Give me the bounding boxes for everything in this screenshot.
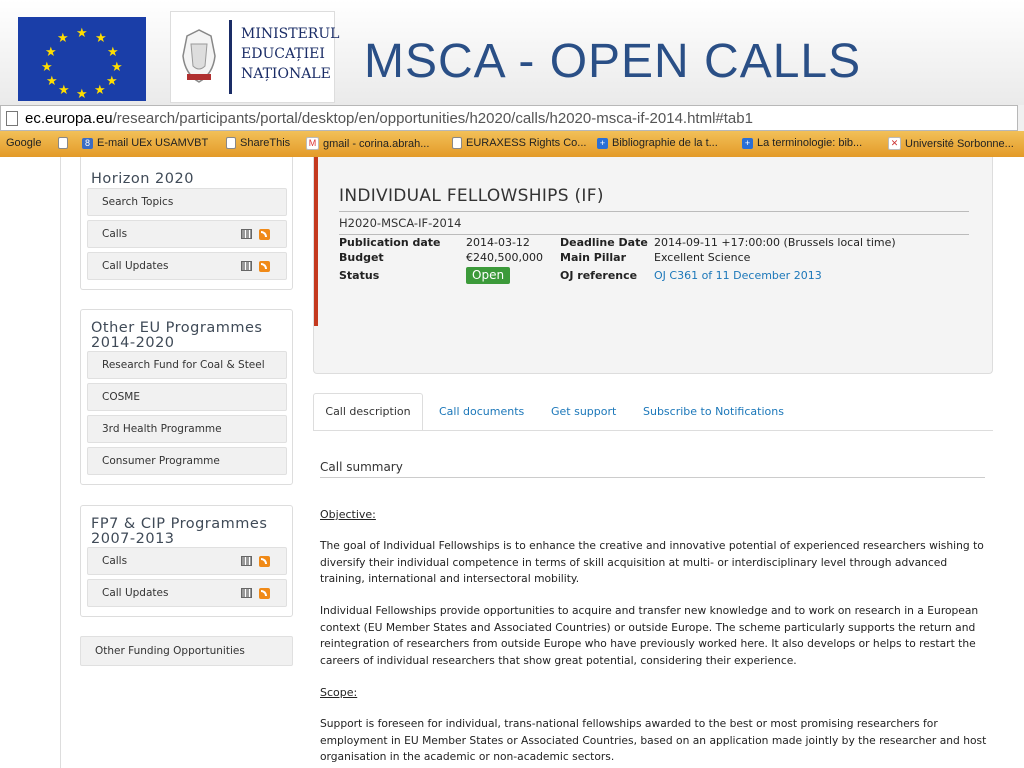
sidebar-item-call-updates[interactable]: Call Updates (87, 252, 287, 280)
calendar-icon[interactable] (241, 588, 252, 598)
plus-icon: + (597, 137, 608, 149)
sidebar-item-search-topics[interactable]: Search Topics (87, 188, 287, 216)
publication-date-value: 2014-03-12 (466, 236, 530, 249)
other-eu-title-line2: 2014-2020 (91, 335, 175, 351)
bookmarks-bar: Google 8 E-mail UEx USAMVBT ShareThis Mgm… (0, 131, 1024, 157)
ministry-line-1: MINISTERUL (241, 26, 340, 42)
sidebar-item-consumer-programme[interactable]: Consumer Programme (87, 447, 287, 475)
deadline-date-label: Deadline Date (560, 236, 648, 249)
tabs-divider (313, 430, 993, 431)
other-eu-programmes-panel: Other EU Programmes 2014-2020 Research F… (80, 309, 293, 485)
url-path: /research/participants/portal/desktop/en… (112, 110, 753, 127)
oj-reference-link[interactable]: OJ C361 of 11 December 2013 (654, 269, 822, 282)
call-summary-rule (320, 477, 985, 478)
oj-reference-label: OJ reference (560, 269, 638, 282)
call-title: INDIVIDUAL FELLOWSHIPS (IF) (339, 186, 604, 206)
tab-subscribe-notifications[interactable]: Subscribe to Notifications (643, 405, 784, 418)
objective-paragraph-2: Individual Fellowships provide opportuni… (320, 604, 979, 667)
bookmark-sharethis[interactable]: ShareThis (226, 137, 290, 149)
coat-of-arms-icon (182, 29, 216, 83)
eu-flag-logo: ★ ★ ★ ★ ★ ★ ★ ★ ★ ★ ★ ★ (18, 17, 146, 101)
other-eu-title-line1: Other EU Programmes (91, 320, 263, 336)
main-pillar-label: Main Pillar (560, 251, 627, 264)
fp7-cip-panel: FP7 & CIP Programmes 2007-2013 Calls Cal… (80, 505, 293, 617)
sidebar-item-fp7-calls[interactable]: Calls (87, 547, 287, 575)
id-rule (339, 234, 969, 235)
mail-icon: 8 (82, 137, 93, 149)
sidebar-item-other-funding[interactable]: Other Funding Opportunities (80, 636, 293, 666)
objective-heading: Objective: (320, 508, 376, 521)
status-label: Status (339, 269, 380, 282)
bookmark-page[interactable] (58, 137, 68, 149)
page-icon (226, 137, 236, 149)
bookmark-google[interactable]: Google (6, 137, 41, 149)
tab-get-support[interactable]: Get support (551, 405, 616, 418)
tab-call-documents[interactable]: Call documents (439, 405, 524, 418)
sidebar-item-coal-steel[interactable]: Research Fund for Coal & Steel (87, 351, 287, 379)
ministry-line-2: EDUCAȚIEI (241, 46, 325, 62)
horizon-2020-panel: Horizon 2020 Search Topics Calls Call Up… (80, 157, 293, 290)
call-identifier: H2020-MSCA-IF-2014 (339, 216, 462, 230)
bookmark-bibliographie[interactable]: + Bibliographie de la t... (597, 137, 718, 149)
status-badge: Open (466, 267, 511, 284)
page-icon (6, 111, 18, 126)
rss-icon[interactable] (259, 556, 270, 567)
url-text[interactable]: ec.europa.eu/research/participants/porta… (25, 110, 753, 127)
horizon-2020-title: Horizon 2020 (91, 171, 194, 187)
call-info-box: INDIVIDUAL FELLOWSHIPS (IF) H2020-MSCA-I… (313, 157, 993, 374)
page-icon (452, 137, 462, 149)
fp7-title-line1: FP7 & CIP Programmes (91, 516, 268, 532)
url-host: ec.europa.eu (25, 110, 113, 127)
publication-date-label: Publication date (339, 236, 441, 249)
sorbonne-icon: ✕ (888, 137, 901, 150)
slide-header: ★ ★ ★ ★ ★ ★ ★ ★ ★ ★ ★ ★ MINISTERUL EDUCA… (0, 0, 1024, 105)
rss-icon[interactable] (259, 261, 270, 272)
sidebar-item-fp7-call-updates[interactable]: Call Updates (87, 579, 287, 607)
sidebar-item-cosme[interactable]: COSME (87, 383, 287, 411)
call-summary-heading: Call summary (320, 460, 403, 474)
gmail-icon: M (306, 137, 319, 150)
slide-title: MSCA - OPEN CALLS (364, 35, 862, 88)
calendar-icon[interactable] (241, 556, 252, 566)
scope-heading: Scope: (320, 686, 358, 699)
calendar-icon[interactable] (241, 229, 252, 239)
budget-label: Budget (339, 251, 384, 264)
budget-value: €240,500,000 (466, 251, 543, 264)
bookmark-email-uex[interactable]: 8 E-mail UEx USAMVBT (82, 137, 208, 149)
plus-icon: + (742, 137, 753, 149)
rss-icon[interactable] (259, 588, 270, 599)
fp7-title-line2: 2007-2013 (91, 531, 175, 547)
ministry-line-3: NAȚIONALE (241, 66, 331, 82)
accent-bar (314, 157, 318, 326)
bookmark-gmail[interactable]: Mgmail - corina.abrah... (306, 137, 429, 150)
rss-icon[interactable] (259, 229, 270, 240)
sidebar-item-health-programme[interactable]: 3rd Health Programme (87, 415, 287, 443)
scope-paragraph-1: Support is foreseen for individual, tran… (320, 717, 987, 763)
ministry-divider (229, 20, 232, 94)
page-border (60, 157, 61, 768)
main-pillar-value: Excellent Science (654, 251, 751, 264)
page-icon (58, 137, 68, 149)
objective-paragraph-1: The goal of Individual Fellowships is to… (320, 539, 984, 585)
sidebar-item-calls[interactable]: Calls (87, 220, 287, 248)
bookmark-euraxess[interactable]: EURAXESS Rights Co... (452, 137, 586, 149)
deadline-date-value: 2014-09-11 +17:00:00 (Brussels local tim… (654, 236, 896, 249)
ministry-logo: MINISTERUL EDUCAȚIEI NAȚIONALE (170, 11, 339, 103)
title-rule (339, 211, 969, 212)
web-page: Horizon 2020 Search Topics Calls Call Up… (0, 157, 1024, 768)
address-bar[interactable]: ec.europa.eu/research/participants/porta… (0, 105, 1018, 131)
bookmark-terminologie[interactable]: + La terminologie: bib... (742, 137, 862, 149)
bookmark-sorbonne[interactable]: ✕ Université Sorbonne... (888, 137, 1014, 150)
calendar-icon[interactable] (241, 261, 252, 271)
tab-call-description[interactable]: Call description (313, 393, 423, 431)
